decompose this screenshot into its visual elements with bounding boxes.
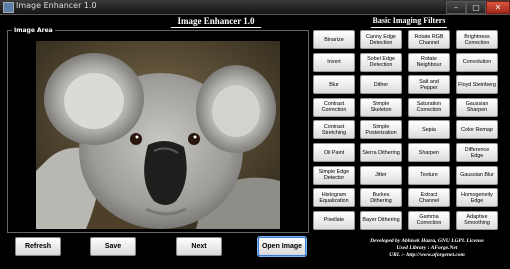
credits-library: Used Library : AForge.Net xyxy=(396,245,458,251)
filter-button-jitter[interactable]: Jitter xyxy=(360,165,402,185)
credits-url[interactable]: URL :- http://www.aforgenet.com xyxy=(344,252,510,259)
filter-button-simple-posterization[interactable]: Simple Posterization xyxy=(360,120,402,140)
filter-button-simple-edge-detector[interactable]: Simple Edge Detector xyxy=(313,165,355,185)
filter-button-oil-paint[interactable]: Oil Paint xyxy=(313,143,355,162)
filter-button-floyd-steinberg[interactable]: Floyd Steinberg xyxy=(456,75,498,95)
filter-button-canny-edge-detection[interactable]: Canny Edge Detection xyxy=(360,30,402,49)
filter-button-homogeneity-edge[interactable]: Homogeneity Edge xyxy=(456,188,498,208)
filter-button-salt-and-pepper[interactable]: Salt and Pepper xyxy=(408,75,450,95)
filter-button-sierra-dithering[interactable]: Sierra Dithering xyxy=(360,143,402,162)
filters-title-underline xyxy=(371,27,447,28)
filter-button-convolution[interactable]: Convolution xyxy=(456,52,498,72)
filter-button-binarize[interactable]: Binarize xyxy=(313,30,355,49)
filter-button-invert[interactable]: Invert xyxy=(313,52,355,72)
filter-button-burkes-dithering[interactable]: Burkes Dithering xyxy=(360,188,402,208)
filter-button-rotate-rgb-channel[interactable]: Rotate RGB Channel xyxy=(408,30,450,49)
image-area-group: Image Area xyxy=(7,26,309,233)
filter-button-sobel-edge-detection[interactable]: Sobel Edge Detection xyxy=(360,52,402,72)
maximize-button[interactable]: ▢ xyxy=(466,1,486,14)
open-image-button[interactable]: Open Image xyxy=(258,237,306,256)
next-button[interactable]: Next xyxy=(176,237,222,256)
refresh-button[interactable]: Refresh xyxy=(15,237,61,256)
filter-button-bayer-dithering[interactable]: Bayer Dithering xyxy=(360,210,402,230)
close-button[interactable]: ✕ xyxy=(486,1,510,14)
filter-button-gamma-correction[interactable]: Gamma Correction xyxy=(408,210,450,230)
title-bar: Image Enhancer 1.0 – ▢ ✕ xyxy=(0,0,510,15)
minimize-button[interactable]: – xyxy=(446,1,466,14)
filter-button-color-remap[interactable]: Color Remap xyxy=(456,120,498,140)
image-area-legend: Image Area xyxy=(12,26,55,35)
app-icon xyxy=(3,2,14,13)
filter-button-gaussian-blur[interactable]: Gaussian Blur xyxy=(456,165,498,185)
filter-button-pixellate[interactable]: Pixellate xyxy=(313,210,355,230)
filter-button-blur[interactable]: Blur xyxy=(313,75,355,95)
filter-button-dither[interactable]: Dither xyxy=(360,75,402,95)
credits-developer: Developed by Abhisek Hazra, GNU LGPL Lic… xyxy=(370,238,484,244)
filter-button-texture[interactable]: Texture xyxy=(408,165,450,185)
filter-button-adaptive-smoothing[interactable]: Adaptive Smoothing xyxy=(456,210,498,230)
filter-button-contrast-correction[interactable]: Contrast Correction xyxy=(313,97,355,117)
filter-button-gaussian-sharpen[interactable]: Gaussian Sharpen xyxy=(456,97,498,117)
filter-button-simple-skeleton[interactable]: Simple Skeleton xyxy=(360,97,402,117)
koala-image xyxy=(36,41,280,229)
filter-button-contrast-stretching[interactable]: Contrast Stretching xyxy=(313,120,355,140)
filter-button-sepia[interactable]: Sepia xyxy=(408,120,450,140)
filter-button-rotate-neighbour[interactable]: Rotate Neighbour xyxy=(408,52,450,72)
filter-button-histogram-equalization[interactable]: Histogram Equalization xyxy=(313,188,355,208)
window-title: Image Enhancer 1.0 xyxy=(16,1,97,10)
save-button[interactable]: Save xyxy=(90,237,136,256)
filter-button-extract-channel[interactable]: Extract Channel xyxy=(408,188,450,208)
image-preview xyxy=(36,41,280,229)
filter-button-saturation-correction[interactable]: Saturation Correction xyxy=(408,97,450,117)
credits: Developed by Abhisek Hazra, GNU LGPL Lic… xyxy=(344,238,510,259)
header-underline xyxy=(171,27,261,28)
filter-button-brightness-correction[interactable]: Brightness Correction xyxy=(456,30,498,49)
filter-button-sharpen[interactable]: Sharpen xyxy=(408,143,450,162)
filter-button-difference-edge[interactable]: Difference Edge xyxy=(456,143,498,162)
